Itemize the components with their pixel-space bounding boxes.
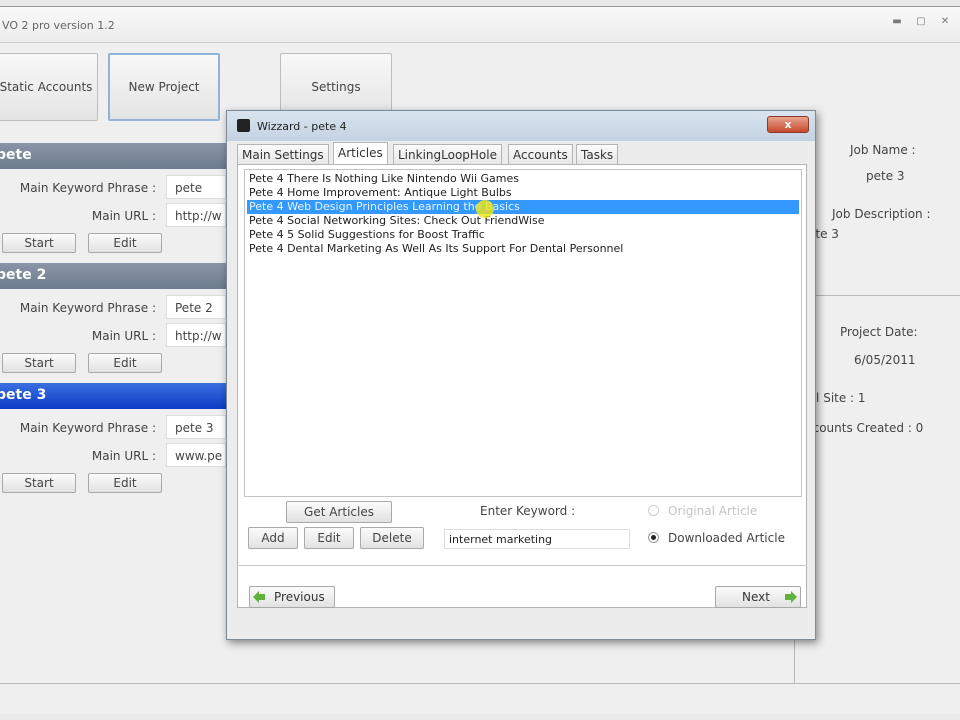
tab-articles[interactable]: Articles [333, 142, 388, 165]
wizard-navigation: Previous Next [237, 565, 807, 629]
keyword-label: Main Keyword Phrase : [19, 181, 156, 195]
original-article-radio[interactable] [648, 505, 659, 516]
list-item[interactable]: Pete 4 Home Improvement: Antique Light B… [247, 186, 799, 200]
edit-button[interactable]: Edit [88, 353, 162, 373]
start-button[interactable]: Start [2, 353, 76, 373]
maximize-icon[interactable]: ▢ [912, 15, 930, 29]
url-label: Main URL : [91, 329, 156, 343]
static-accounts-button[interactable]: Static Accounts [0, 53, 98, 121]
delete-button[interactable]: Delete [360, 527, 424, 549]
enter-keyword-label: Enter Keyword : [480, 504, 576, 518]
list-item[interactable]: Pete 4 Dental Marketing As Well As Its S… [247, 242, 799, 256]
project-details-panel: Job Name : pete 3 Job Description : ete … [794, 137, 960, 717]
app-icon [237, 119, 250, 132]
accounts-created: ccounts Created : 0 [806, 421, 924, 435]
tab-accounts[interactable]: Accounts [508, 144, 573, 164]
arrow-left-icon [253, 591, 265, 603]
job-name-label: Job Name : [850, 143, 916, 157]
url-field[interactable]: http://w [166, 323, 226, 347]
downloaded-article-label: Downloaded Article [668, 531, 785, 545]
articles-list[interactable]: Pete 4 There Is Nothing Like Nintendo Wi… [244, 169, 802, 497]
project-header-selected[interactable]: pete 3 [0, 383, 232, 409]
close-icon[interactable]: ✕ [936, 15, 954, 29]
title-bar: VO 2 pro version 1.2 ▬ ▢ ✕ [0, 7, 960, 43]
tab-linkingloophole[interactable]: LinkingLoopHole [393, 144, 502, 164]
original-article-label: Original Article [668, 504, 758, 518]
edit-button[interactable]: Edit [304, 527, 354, 549]
cursor-highlight [476, 200, 494, 218]
start-button[interactable]: Start [2, 473, 76, 493]
wizard-title-bar[interactable]: Wizzard - pete 4 x [227, 111, 815, 141]
edit-button[interactable]: Edit [88, 233, 162, 253]
job-description-label: Job Description : [832, 207, 931, 221]
arrow-right-icon [784, 591, 797, 603]
divider [796, 295, 960, 296]
project-header[interactable]: pete 2 [0, 263, 232, 289]
downloaded-article-radio[interactable] [648, 532, 659, 543]
url-label: Main URL : [91, 449, 156, 463]
keyword-field[interactable]: Pete 2 [166, 295, 226, 319]
tab-main-settings[interactable]: Main Settings [237, 144, 329, 164]
app-title: VO 2 pro version 1.2 [2, 19, 115, 32]
wizard-dialog: Wizzard - pete 4 x Main Settings Article… [226, 110, 816, 640]
keyword-input[interactable]: internet marketing [444, 529, 630, 549]
list-item[interactable]: Pete 4 Social Networking Sites: Check Ou… [247, 214, 799, 228]
get-articles-button[interactable]: Get Articles [286, 501, 392, 523]
previous-button[interactable]: Previous [249, 586, 335, 608]
next-button[interactable]: Next [715, 586, 801, 608]
tab-tasks[interactable]: Tasks [576, 144, 619, 164]
url-field[interactable]: www.pe [166, 443, 226, 467]
articles-tab-panel: Pete 4 There Is Nothing Like Nintendo Wi… [237, 164, 807, 608]
url-label: Main URL : [91, 209, 156, 223]
new-project-button[interactable]: New Project [108, 53, 220, 121]
project-header[interactable]: pete [0, 143, 232, 169]
project-date-value: 6/05/2011 [854, 353, 916, 367]
job-name-value: pete 3 [866, 169, 905, 183]
edit-button[interactable]: Edit [88, 473, 162, 493]
keyword-label: Main Keyword Phrase : [19, 421, 156, 435]
start-button[interactable]: Start [2, 233, 76, 253]
keyword-field[interactable]: pete 3 [166, 415, 226, 439]
list-item-selected[interactable]: Pete 4 Web Design Principles Learning th… [247, 200, 799, 214]
url-field[interactable]: http://w [166, 203, 226, 227]
list-item[interactable]: Pete 4 There Is Nothing Like Nintendo Wi… [247, 172, 799, 186]
keyword-label: Main Keyword Phrase : [19, 301, 156, 315]
wizard-title: Wizzard - pete 4 [257, 120, 347, 133]
divider [0, 683, 960, 684]
add-button[interactable]: Add [248, 527, 298, 549]
close-icon[interactable]: x [767, 116, 809, 133]
list-item[interactable]: Pete 4 5 Solid Suggestions for Boost Tra… [247, 228, 799, 242]
minimize-icon[interactable]: ▬ [888, 15, 906, 29]
keyword-field[interactable]: pete [166, 175, 226, 199]
project-date-label: Project Date: [840, 325, 918, 339]
